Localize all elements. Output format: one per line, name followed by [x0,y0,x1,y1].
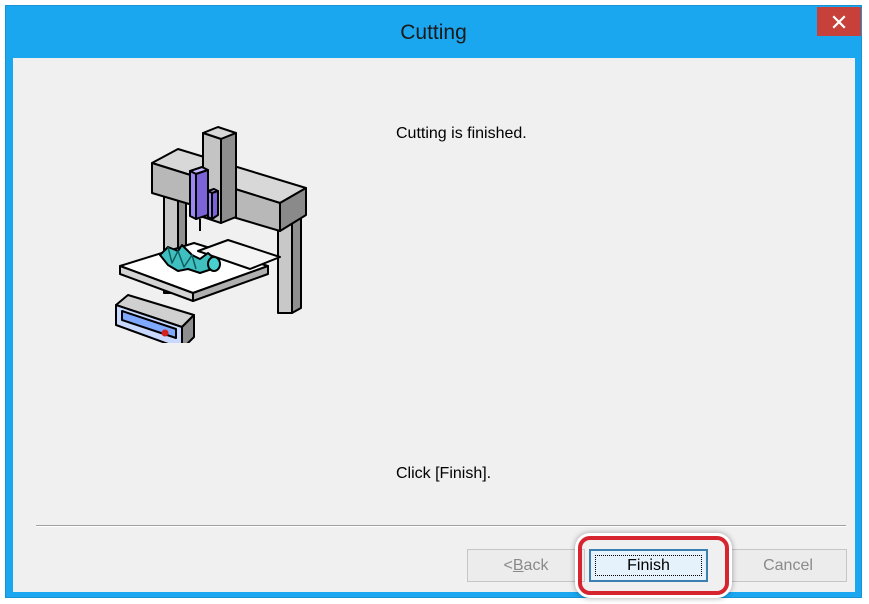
back-button-mnemonic: B [512,556,524,574]
finish-highlight-callout [578,536,729,595]
back-button-prefix: < [503,556,513,574]
back-button-label: ack [523,556,549,574]
instruction-message: Click [Finish]. [396,465,492,482]
close-button[interactable] [817,7,861,36]
milling-machine-illustration [115,126,307,343]
status-message: Cutting is finished. [396,125,527,142]
window-title: Cutting [400,21,467,44]
close-icon [832,14,846,29]
cutting-dialog-window: Cutting Cutting is finished. Click [Fini… [5,5,862,598]
cancel-button[interactable]: Cancel [729,549,847,582]
divider [36,525,846,527]
back-button[interactable]: < Back [467,549,585,582]
title-bar[interactable]: Cutting [6,6,861,58]
cancel-button-label: Cancel [763,556,813,574]
dialog-body: Cutting is finished. Click [Finish]. < B… [13,58,855,595]
